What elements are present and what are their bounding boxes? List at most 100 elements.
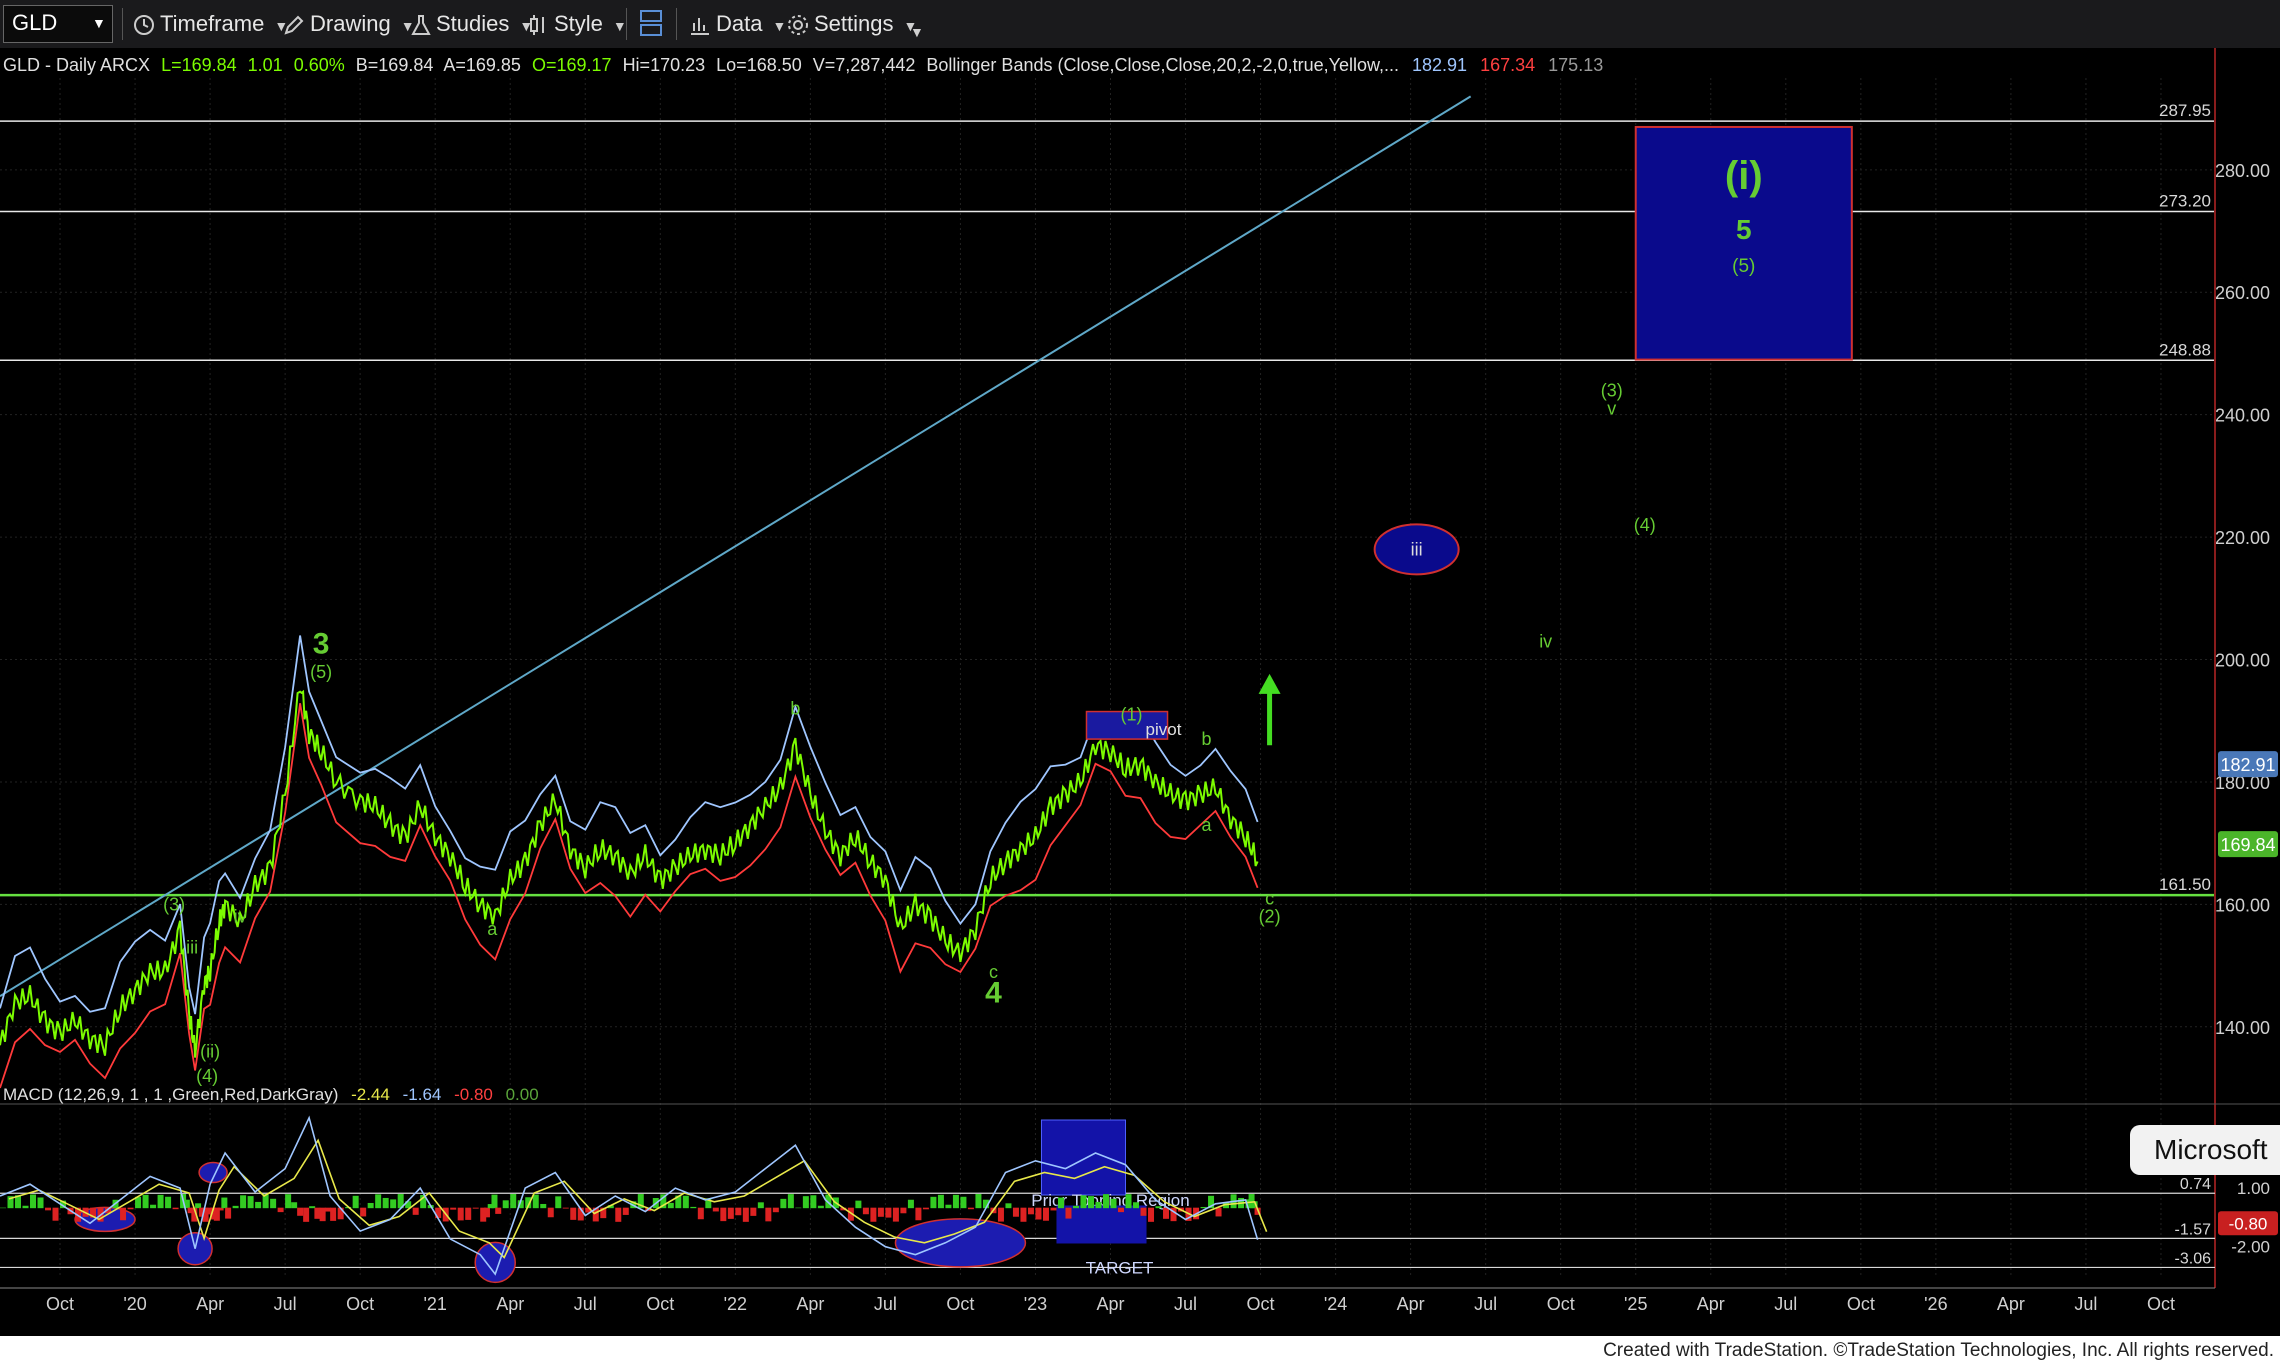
header-low: Lo=168.50 (716, 55, 802, 75)
macd-histogram-bar (1110, 1198, 1117, 1209)
macd-histogram-bar (465, 1207, 472, 1220)
macd-histogram-bar (172, 1207, 179, 1210)
settings-button[interactable]: Settings ▼ (786, 8, 917, 40)
wave-label: iv (234, 907, 247, 927)
style-button[interactable]: Style ▼ (528, 8, 627, 40)
candlestick-icon (530, 15, 544, 36)
wave-label: c (1265, 888, 1274, 908)
layout-button[interactable] (638, 8, 664, 40)
macd-histogram-bar (750, 1207, 757, 1216)
chevron-down-icon: ▼ (768, 18, 787, 34)
target-label: 5 (1736, 214, 1752, 245)
macd-histogram-bar (1020, 1207, 1027, 1222)
y-tick-label: 200.00 (2215, 651, 2270, 671)
microsoft-overlay-button[interactable]: Microsoft (2130, 1125, 2280, 1175)
macd-histogram-bar (802, 1196, 809, 1209)
data-button[interactable]: Data ▼ (688, 8, 786, 40)
y-tick-label: 240.00 (2215, 406, 2270, 426)
macd-histogram-bar (810, 1195, 817, 1209)
drawing-button[interactable]: Drawing ▼ (282, 8, 415, 40)
macd-histogram-bar (52, 1207, 59, 1221)
macd-histogram-bar (0, 1207, 6, 1209)
studies-button[interactable]: Studies ▼ (410, 8, 533, 40)
macd-histogram-bar (1155, 1206, 1162, 1209)
macd-histogram-bar (157, 1194, 164, 1209)
macd-current-label: -0.80 (2229, 1214, 2268, 1233)
price-marker-label: 169.84 (2220, 835, 2275, 855)
header-ticker: GLD - Daily ARCX (3, 55, 150, 75)
x-tick-label: Oct (646, 1294, 674, 1314)
macd-value-1: -2.44 (351, 1085, 390, 1104)
x-tick-label: '24 (1324, 1294, 1347, 1314)
macd-histogram-bar (975, 1194, 982, 1209)
macd-histogram-bar (712, 1207, 719, 1212)
macd-histogram-bar (297, 1207, 304, 1216)
macd-histogram-bar (225, 1207, 232, 1219)
header-high: Hi=170.23 (623, 55, 706, 75)
clock-icon (134, 15, 154, 36)
macd-histogram-bar (360, 1207, 367, 1217)
macd-level-label: 0.74 (2180, 1176, 2211, 1193)
macd-histogram-bar (277, 1207, 284, 1213)
header-bid: B=169.84 (356, 55, 434, 75)
header-volume: V=7,287,442 (813, 55, 916, 75)
toolbar-divider (626, 8, 627, 40)
macd-histogram-bar (285, 1194, 292, 1209)
macd-histogram-bar (150, 1204, 157, 1209)
macd-histogram-bar (472, 1207, 479, 1209)
wave-label: (ii) (200, 1041, 220, 1061)
wave-label: iii (186, 937, 198, 957)
macd-histogram-bar (165, 1196, 172, 1209)
macd-histogram-bar (1140, 1207, 1147, 1216)
y-tick-label: 140.00 (2215, 1018, 2270, 1038)
wave-label: a (1202, 815, 1213, 835)
macd-histogram-bar (967, 1207, 974, 1210)
symbol-selector[interactable]: GLD ▼ (3, 5, 113, 43)
macd-value-3: -0.80 (454, 1085, 493, 1104)
macd-histogram-bar (555, 1196, 562, 1209)
wave-label: (4) (1634, 515, 1656, 535)
timeframe-button[interactable]: Timeframe ▼ (132, 8, 288, 40)
macd-histogram-bar (1012, 1207, 1019, 1217)
x-tick-label: Jul (574, 1294, 597, 1314)
macd-histogram-bar (855, 1200, 862, 1209)
copyright-text: Created with TradeStation. ©TradeStation… (1603, 1340, 2274, 1361)
macd-histogram-bar (562, 1207, 569, 1209)
x-tick-label: Jul (1474, 1294, 1497, 1314)
x-tick-label: '26 (1924, 1294, 1947, 1314)
macd-histogram-bar (232, 1205, 239, 1209)
macd-histogram-bar (952, 1194, 959, 1209)
macd-histogram-bar (1125, 1194, 1132, 1209)
macd-histogram-bar (937, 1194, 944, 1209)
macd-histogram-bar (1102, 1194, 1109, 1209)
x-tick-label: Apr (1697, 1294, 1725, 1314)
x-tick-label: Oct (1247, 1294, 1275, 1314)
wave-label: b (1202, 729, 1212, 749)
macd-histogram-bar (997, 1207, 1004, 1222)
x-tick-label: Apr (1096, 1294, 1124, 1314)
wave-label: (4) (196, 1066, 218, 1086)
header-change-pct: 0.60% (294, 55, 345, 75)
x-tick-label: Apr (796, 1294, 824, 1314)
x-tick-label: Oct (46, 1294, 74, 1314)
y-tick-label: 220.00 (2215, 528, 2270, 548)
header-last: L=169.84 (161, 55, 237, 75)
wave-label: 3 (313, 627, 330, 660)
y-tick-label: 280.00 (2215, 161, 2270, 181)
x-tick-label: Apr (1997, 1294, 2025, 1314)
x-tick-label: Oct (346, 1294, 374, 1314)
macd-histogram-bar (247, 1196, 254, 1209)
macd-histogram-bar (142, 1194, 149, 1209)
macd-histogram-bar (45, 1207, 52, 1211)
macd-histogram-bar (960, 1196, 967, 1209)
wave-label: a (487, 919, 498, 939)
data-label: Data (716, 11, 763, 36)
macd-histogram-bar (120, 1207, 127, 1221)
price-chart[interactable]: 287.95 273.20 248.88 161.50 (i) 5 (5) pivot iii… (0, 48, 2280, 1336)
more-caret[interactable]: ▼ (910, 16, 924, 48)
macd-histogram-bar (319, 1207, 326, 1222)
macd-histogram-bar (532, 1194, 539, 1209)
chevron-down-icon: ▼ (92, 15, 106, 31)
macd-header: MACD (12,26,9, 1 , 1 ,Green,Red,DarkGray… (3, 1085, 539, 1104)
x-tick-label: '22 (724, 1294, 747, 1314)
